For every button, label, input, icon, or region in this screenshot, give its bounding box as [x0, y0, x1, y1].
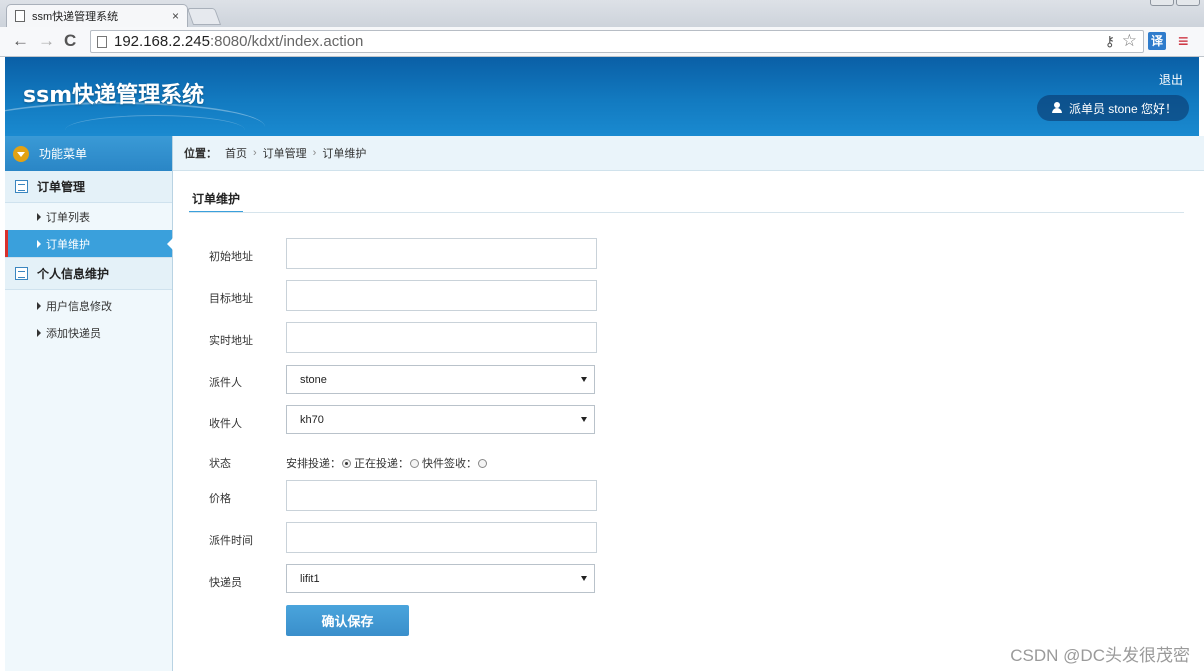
breadcrumb-separator: ›	[253, 147, 257, 159]
status-radio-signed[interactable]	[478, 458, 487, 468]
user-icon	[1051, 102, 1063, 114]
sidebar-item-order-list[interactable]: 订单列表	[5, 203, 172, 230]
page-icon	[15, 10, 25, 22]
reload-icon[interactable]: C	[64, 31, 76, 51]
sidebar-group-order-management[interactable]: 订单管理	[5, 171, 172, 203]
price-input[interactable]	[286, 480, 597, 511]
sidebar: 功能菜单 订单管理 订单列表 订单维护 个人信息维护 用户信息修改 添加快递员	[5, 136, 173, 671]
app-header: ssm快递管理系统 退出 派单员 stone 您好！	[5, 57, 1199, 136]
browser-toolbar: ← → C 192.168.2.245 :8080/kdxt/index.act…	[0, 27, 1204, 57]
maximize-button[interactable]	[1176, 0, 1200, 6]
sidebar-group-label: 个人信息维护	[37, 267, 110, 281]
dropdown-caret-icon	[581, 576, 587, 581]
bookmark-star-icon[interactable]: ☆	[1122, 31, 1137, 51]
calendar-icon	[15, 267, 28, 280]
address-bar[interactable]: 192.168.2.245 :8080/kdxt/index.action ⚷ …	[90, 30, 1144, 53]
breadcrumb: 位置： 首页 › 订单管理 › 订单维护	[173, 136, 1204, 171]
sidebar-sublist: 订单列表 订单维护	[5, 203, 173, 258]
user-greeting-text: 派单员 stone 您好！	[1068, 101, 1177, 116]
sidebar-group-label: 订单管理	[37, 180, 86, 194]
breadcrumb-label: 位置：	[184, 148, 217, 160]
close-tab-icon[interactable]: ×	[172, 9, 179, 23]
status-label: 状态	[209, 458, 231, 470]
sidebar-item-label: 用户信息修改	[46, 300, 112, 313]
browser-menu-icon[interactable]: ≡	[1178, 31, 1189, 52]
sidebar-item-order-maintenance[interactable]: 订单维护	[5, 230, 173, 257]
receiver-select-value: kh70	[300, 413, 324, 426]
receiver-select[interactable]: kh70	[286, 405, 595, 434]
caret-right-icon	[37, 301, 41, 310]
receiver-label: 收件人	[209, 418, 242, 430]
current-address-input[interactable]	[286, 322, 597, 353]
divider	[189, 212, 1184, 213]
url-host: 192.168.2.245	[114, 33, 210, 50]
page-icon	[97, 35, 107, 48]
courier-select-value: lifit1	[300, 572, 320, 585]
dropdown-caret-icon	[581, 377, 587, 382]
current-address-label: 实时地址	[209, 335, 253, 347]
browser-tab-bar: ssm快递管理系统 ×	[0, 0, 1204, 27]
status-radio-group: 安排投递： 正在投递： 快件签收：	[286, 455, 490, 471]
caret-right-icon	[37, 328, 41, 337]
logout-link[interactable]: 退出	[1159, 71, 1183, 88]
sender-select[interactable]: stone	[286, 365, 595, 394]
watermark: CSDN @DC头发很茂密	[1010, 646, 1190, 665]
sidebar-header: 功能菜单	[5, 136, 172, 171]
target-address-input[interactable]	[286, 280, 597, 311]
breadcrumb-item-current: 订单维护	[322, 148, 367, 160]
new-tab-button[interactable]	[186, 8, 222, 25]
sidebar-item-label: 订单维护	[46, 238, 90, 251]
back-arrow-icon[interactable]: ←	[12, 31, 29, 51]
list-icon	[15, 180, 28, 193]
user-greeting: 派单员 stone 您好！	[1036, 95, 1189, 121]
window-controls	[1150, 0, 1200, 6]
save-button[interactable]: 确认保存	[286, 605, 409, 636]
caret-right-icon	[37, 212, 41, 221]
target-address-label: 目标地址	[209, 293, 253, 305]
sidebar-item-label: 添加快递员	[46, 327, 101, 340]
start-address-label: 初始地址	[209, 251, 253, 263]
dropdown-caret-icon	[581, 417, 587, 422]
status-option-label: 安排投递：	[286, 458, 341, 470]
forward-arrow-icon[interactable]: →	[38, 31, 55, 51]
courier-label: 快递员	[209, 577, 242, 589]
dispatch-time-label: 派件时间	[209, 535, 253, 547]
breadcrumb-item-order-management[interactable]: 订单管理	[263, 145, 307, 161]
url-path: :8080/kdxt/index.action	[209, 33, 364, 50]
status-option-label: 快件签收：	[422, 458, 477, 470]
breadcrumb-separator: ›	[312, 147, 317, 159]
sidebar-item-edit-user[interactable]: 用户信息修改	[5, 292, 172, 319]
status-option-label: 正在投递：	[354, 458, 409, 470]
sidebar-sublist: 用户信息修改 添加快递员	[5, 290, 172, 346]
price-label: 价格	[209, 493, 231, 505]
browser-tab[interactable]: ssm快递管理系统 ×	[6, 4, 188, 27]
key-icon[interactable]: ⚷	[1105, 33, 1115, 50]
status-radio-delivering[interactable]	[410, 458, 419, 468]
sidebar-item-label: 订单列表	[46, 211, 90, 224]
sidebar-item-add-courier[interactable]: 添加快递员	[5, 319, 172, 346]
caret-right-icon	[37, 239, 41, 248]
breadcrumb-item-home[interactable]: 首页	[225, 145, 247, 161]
browser-tab-title: ssm快递管理系统	[32, 11, 119, 23]
tab-order-maintenance[interactable]: 订单维护	[189, 185, 244, 213]
menu-chevron-icon	[13, 145, 29, 162]
courier-select[interactable]: lifit1	[286, 564, 595, 593]
start-address-input[interactable]	[286, 238, 597, 269]
sender-select-value: stone	[300, 373, 327, 386]
status-radio-arranged[interactable]	[342, 458, 351, 468]
minimize-button[interactable]	[1150, 0, 1174, 6]
sidebar-title: 功能菜单	[39, 147, 88, 161]
app-title: ssm快递管理系统	[23, 83, 205, 108]
sidebar-group-profile[interactable]: 个人信息维护	[5, 258, 172, 290]
sender-label: 派件人	[209, 377, 242, 389]
dispatch-time-input[interactable]	[286, 522, 597, 553]
translate-icon[interactable]: 译	[1148, 32, 1166, 50]
